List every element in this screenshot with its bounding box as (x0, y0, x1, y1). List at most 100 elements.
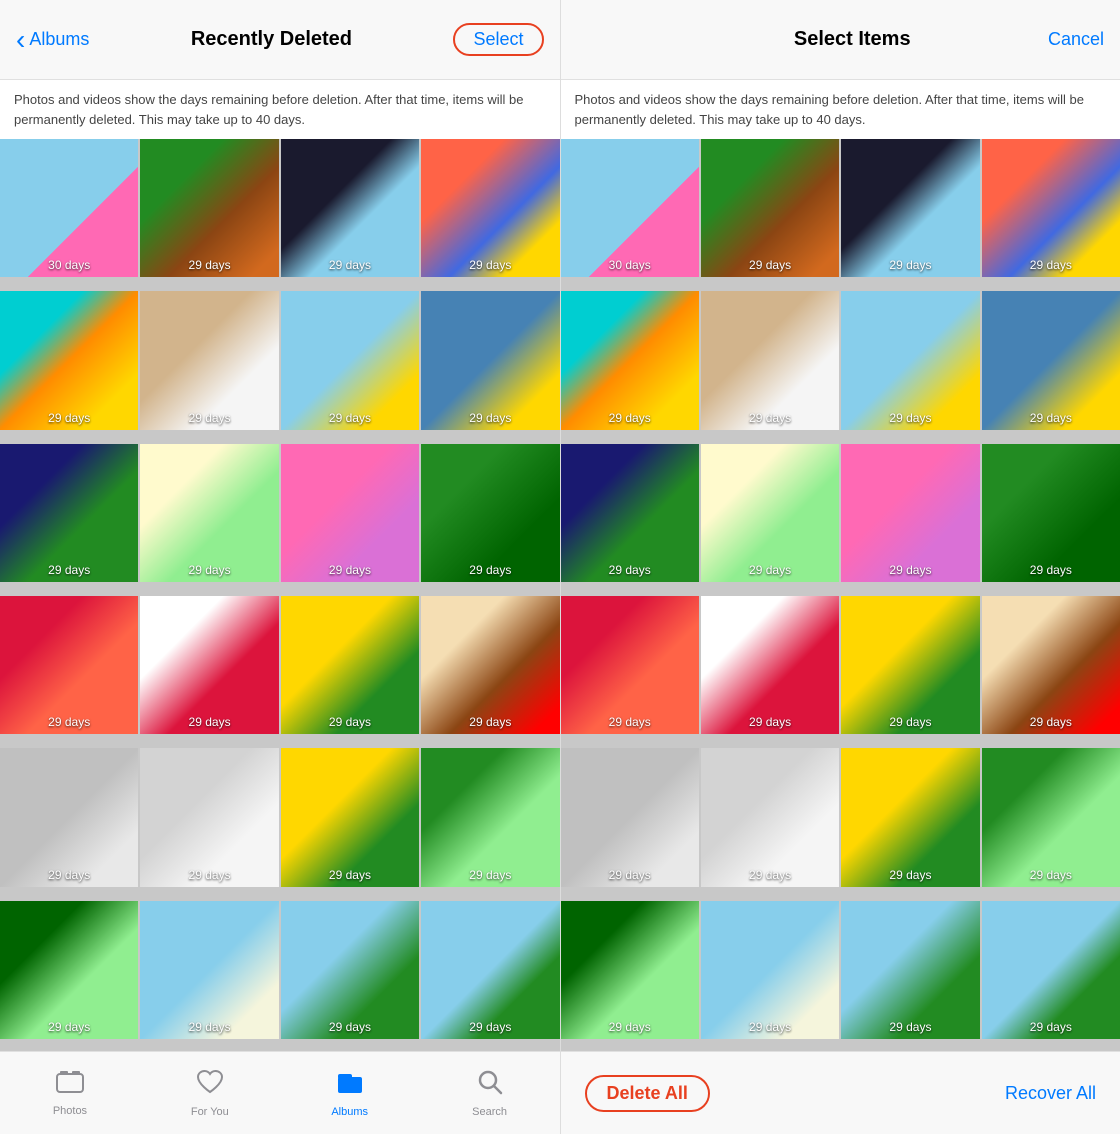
photo-cell[interactable]: 29 days (281, 901, 419, 1039)
photo-cell[interactable]: 29 days (281, 596, 419, 734)
photo-cell[interactable]: 29 days (421, 596, 559, 734)
photo-cell[interactable]: 29 days (140, 291, 278, 429)
days-label: 29 days (982, 563, 1120, 577)
days-label: 29 days (140, 411, 278, 425)
photo-cell[interactable]: 29 days (982, 139, 1120, 277)
photo-cell[interactable]: 29 days (841, 444, 979, 582)
days-label: 29 days (421, 411, 559, 425)
days-label: 29 days (701, 1020, 839, 1034)
select-button[interactable]: Select (453, 23, 543, 56)
photo-cell[interactable]: 29 days (561, 444, 699, 582)
photo-cell[interactable]: 29 days (421, 139, 559, 277)
tab-label: Search (472, 1106, 507, 1118)
photo-cell[interactable]: 29 days (982, 444, 1120, 582)
recover-all-button[interactable]: Recover All (1005, 1083, 1096, 1104)
photo-cell[interactable]: 29 days (281, 748, 419, 886)
photo-cell[interactable]: 29 days (982, 596, 1120, 734)
days-label: 29 days (561, 868, 699, 882)
photo-cell[interactable]: 29 days (0, 444, 138, 582)
photo-cell[interactable]: 29 days (701, 596, 839, 734)
back-button[interactable]: Albums (16, 26, 89, 54)
left-info-text: Photos and videos show the days remainin… (0, 80, 560, 139)
days-label: 29 days (701, 563, 839, 577)
left-title: Recently Deleted (191, 28, 352, 51)
days-label: 29 days (140, 715, 278, 729)
days-label: 29 days (561, 1020, 699, 1034)
photo-cell[interactable]: 29 days (701, 901, 839, 1039)
photo-cell[interactable]: 29 days (561, 291, 699, 429)
photo-cell[interactable]: 29 days (841, 291, 979, 429)
photo-cell[interactable]: 29 days (982, 291, 1120, 429)
photo-cell[interactable]: 29 days (561, 748, 699, 886)
photo-cell[interactable]: 29 days (421, 291, 559, 429)
photo-cell[interactable]: 29 days (0, 291, 138, 429)
photo-cell[interactable]: 29 days (701, 139, 839, 277)
days-label: 29 days (841, 715, 979, 729)
tab-item-search[interactable]: Search (420, 1069, 560, 1118)
days-label: 29 days (561, 411, 699, 425)
days-label: 29 days (701, 258, 839, 272)
photo-cell[interactable]: 29 days (421, 444, 559, 582)
left-screen: Albums Recently Deleted Select Photos an… (0, 0, 561, 1134)
action-bar: Delete All Recover All (561, 1051, 1120, 1134)
photo-cell[interactable]: 29 days (561, 901, 699, 1039)
photo-cell[interactable]: 29 days (140, 444, 278, 582)
photo-cell[interactable]: 29 days (841, 901, 979, 1039)
photo-cell[interactable]: 29 days (841, 596, 979, 734)
days-label: 29 days (281, 411, 419, 425)
photo-cell[interactable]: 29 days (0, 596, 138, 734)
photo-cell[interactable]: 29 days (0, 901, 138, 1039)
days-label: 29 days (281, 563, 419, 577)
photo-cell[interactable]: 29 days (281, 291, 419, 429)
days-label: 29 days (841, 258, 979, 272)
tab-icon-photos (56, 1070, 84, 1101)
photo-cell[interactable]: 29 days (982, 748, 1120, 886)
photo-cell[interactable]: 29 days (140, 901, 278, 1039)
days-label: 29 days (841, 868, 979, 882)
days-label: 29 days (0, 1020, 138, 1034)
days-label: 29 days (140, 258, 278, 272)
days-label: 29 days (0, 411, 138, 425)
photo-cell[interactable]: 29 days (561, 596, 699, 734)
left-photo-grid: 30 days29 days29 days29 days29 days29 da… (0, 139, 560, 1051)
photo-cell[interactable]: 29 days (421, 901, 559, 1039)
tab-label: Photos (53, 1105, 87, 1117)
days-label: 29 days (841, 563, 979, 577)
days-label: 29 days (421, 868, 559, 882)
days-label: 29 days (421, 1020, 559, 1034)
days-label: 29 days (421, 715, 559, 729)
days-label: 29 days (561, 563, 699, 577)
photo-cell[interactable]: 30 days (561, 139, 699, 277)
days-label: 30 days (561, 258, 699, 272)
photo-cell[interactable]: 29 days (701, 748, 839, 886)
days-label: 30 days (0, 258, 138, 272)
photo-cell[interactable]: 29 days (701, 291, 839, 429)
photo-cell[interactable]: 29 days (0, 748, 138, 886)
photo-cell[interactable]: 30 days (0, 139, 138, 277)
cancel-button[interactable]: Cancel (1048, 29, 1104, 50)
tab-icon-search (477, 1069, 503, 1102)
days-label: 29 days (701, 715, 839, 729)
photo-cell[interactable]: 29 days (421, 748, 559, 886)
photo-cell[interactable]: 29 days (281, 444, 419, 582)
delete-all-button[interactable]: Delete All (585, 1075, 710, 1112)
tab-item-albums[interactable]: Albums (280, 1069, 420, 1118)
days-label: 29 days (281, 1020, 419, 1034)
photo-cell[interactable]: 29 days (982, 901, 1120, 1039)
photo-cell[interactable]: 29 days (140, 748, 278, 886)
photo-cell[interactable]: 29 days (841, 139, 979, 277)
tab-item-for-you[interactable]: For You (140, 1069, 280, 1118)
photo-cell[interactable]: 29 days (701, 444, 839, 582)
tab-item-photos[interactable]: Photos (0, 1070, 140, 1117)
photo-cell[interactable]: 29 days (140, 596, 278, 734)
photo-cell[interactable]: 29 days (841, 748, 979, 886)
right-screen: Select Items Cancel Photos and videos sh… (561, 0, 1120, 1134)
photo-cell[interactable]: 29 days (281, 139, 419, 277)
days-label: 29 days (421, 563, 559, 577)
days-label: 29 days (982, 1020, 1120, 1034)
right-photo-grid: 30 days29 days29 days29 days29 days29 da… (561, 139, 1120, 1051)
photo-cell[interactable]: 29 days (140, 139, 278, 277)
days-label: 29 days (140, 1020, 278, 1034)
left-header: Albums Recently Deleted Select (0, 0, 560, 80)
days-label: 29 days (982, 258, 1120, 272)
